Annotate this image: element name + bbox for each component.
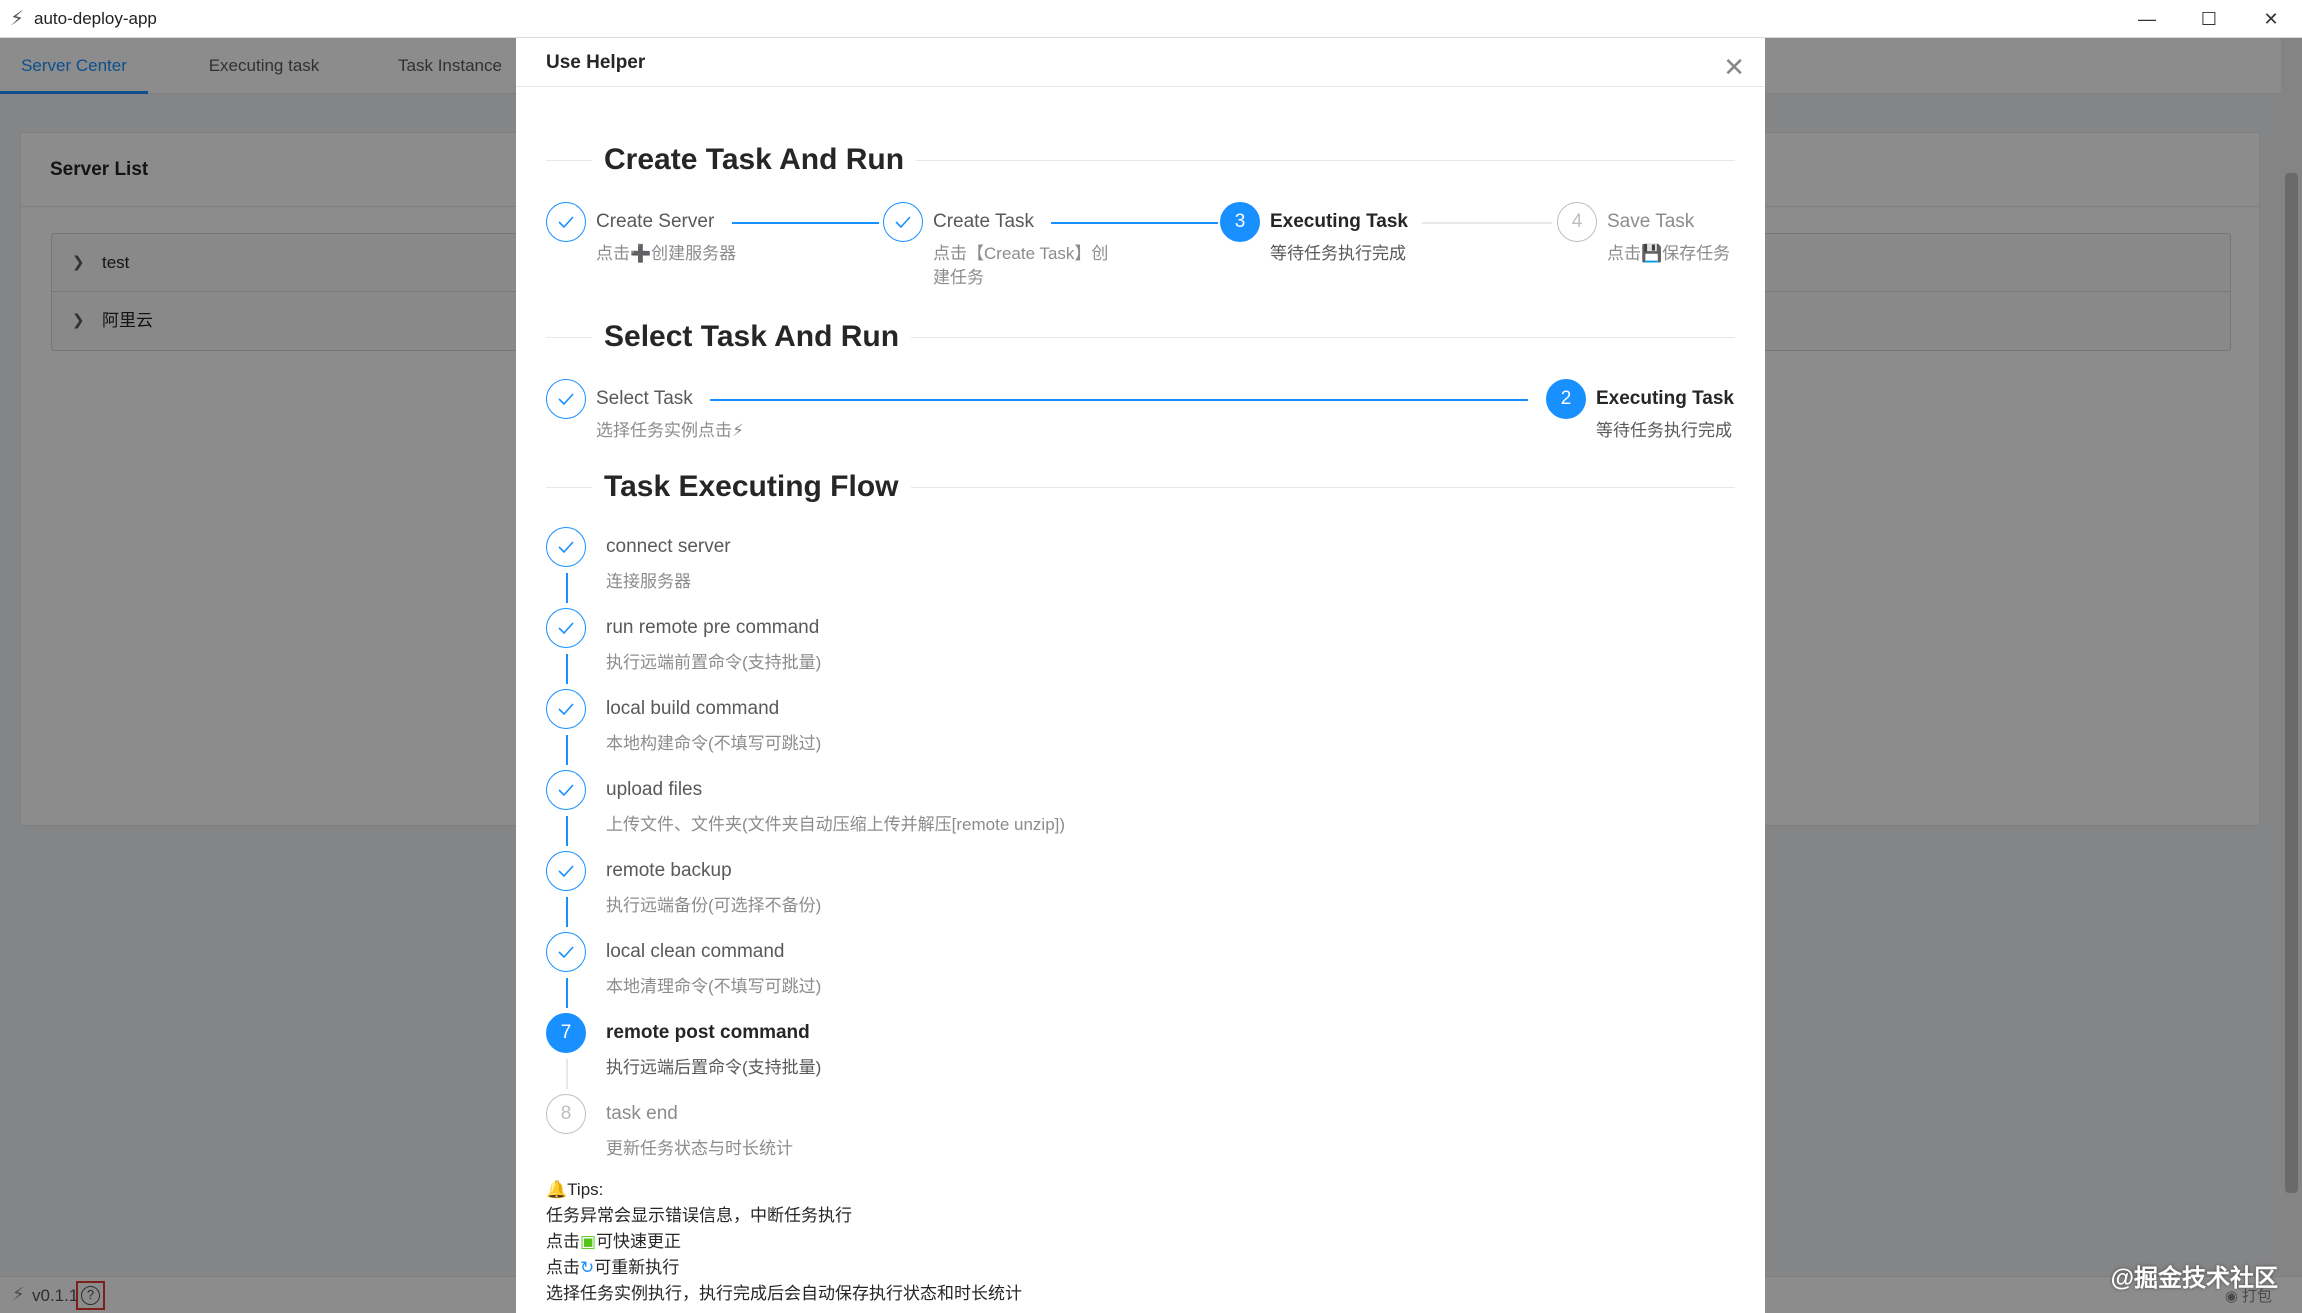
use-helper-modal: Use Helper ✕ Create Task And Run Create … — [516, 38, 1765, 1313]
section-select-task: Select Task And Run — [546, 317, 1735, 357]
step-number: 7 — [546, 1013, 586, 1053]
window-titlebar: ⚡ auto-deploy-app — ☐ ✕ — [0, 0, 2302, 38]
flow-step-local-build: local build command 本地构建命令(不填写可跳过) — [546, 689, 1446, 770]
flow-step-local-clean: local clean command 本地清理命令(不填写可跳过) — [546, 932, 1446, 1013]
step-desc: 执行远端备份(可选择不备份) — [606, 896, 822, 915]
step-executing-task: 2 Executing Task 等待任务执行完成 — [1546, 379, 1746, 459]
step-desc: 本地清理命令(不填写可跳过) — [606, 977, 822, 996]
watermark: @掘金技术社区 — [2110, 1265, 2278, 1292]
step-desc: 连接服务器 — [606, 572, 691, 591]
flow-step-connect-server: connect server 连接服务器 — [546, 527, 1446, 608]
step-create-task: Create Task 点击【Create Task】创建任务 — [883, 202, 1113, 287]
bell-icon: 🔔 — [546, 1180, 568, 1199]
step-save-task: 4 Save Task 点击💾保存任务 — [1557, 202, 1737, 282]
step-executing-task: 3 Executing Task 等待任务执行完成 — [1220, 202, 1420, 282]
section-executing-flow: Task Executing Flow — [546, 467, 1735, 507]
step-title: Executing Task — [1270, 211, 1408, 232]
window-title: auto-deploy-app — [34, 8, 157, 28]
section-heading: Select Task And Run — [592, 317, 912, 357]
lightning-icon: ⚡ — [10, 7, 25, 30]
window-controls: — ☐ ✕ — [2116, 0, 2302, 38]
section-create-task: Create Task And Run — [546, 140, 1735, 180]
step-title: local clean command — [606, 941, 785, 962]
step-title: Executing Task — [1596, 388, 1734, 409]
section-heading: Task Executing Flow — [592, 467, 911, 507]
step-title: Select Task — [596, 388, 693, 409]
step-desc: 点击💾保存任务 — [1607, 244, 1731, 263]
step-number: 4 — [1557, 202, 1597, 242]
step-desc: 执行远端前置命令(支持批量) — [606, 653, 822, 672]
step-number: 8 — [546, 1094, 586, 1134]
flow-step-remote-post: 7 remote post command 执行远端后置命令(支持批量) — [546, 1013, 1446, 1094]
tips-block: 🔔Tips: 任务异常会显示错误信息，中断任务执行 点击▣可快速更正 点击↻可重… — [546, 1177, 1022, 1307]
step-connector — [710, 399, 1528, 401]
close-window-button[interactable]: ✕ — [2240, 0, 2302, 38]
step-title: remote backup — [606, 860, 732, 881]
tips-line: 任务异常会显示错误信息，中断任务执行 — [546, 1206, 852, 1225]
step-desc: 等待任务执行完成 — [1270, 244, 1406, 263]
check-icon — [546, 202, 586, 242]
step-select-task: Select Task 选择任务实例点击⚡ — [546, 379, 746, 459]
step-title: connect server — [606, 536, 731, 557]
flow-step-remote-backup: remote backup 执行远端备份(可选择不备份) — [546, 851, 1446, 932]
step-title: Create Task — [933, 211, 1035, 232]
step-title: remote post command — [606, 1022, 810, 1043]
minimize-button[interactable]: — — [2116, 0, 2178, 38]
reload-icon: ↻ — [580, 1258, 595, 1277]
step-title: Create Server — [596, 211, 715, 232]
flow-step-upload-files: upload files 上传文件、文件夹(文件夹自动压缩上传并解压[remot… — [546, 770, 1446, 851]
step-title: task end — [606, 1103, 678, 1124]
check-icon — [546, 527, 586, 567]
step-title: Save Task — [1607, 211, 1695, 232]
section-heading: Create Task And Run — [592, 140, 917, 180]
check-icon — [546, 689, 586, 729]
check-icon — [546, 608, 586, 648]
modal-title: Use Helper — [546, 52, 646, 73]
step-create-server: Create Server 点击➕创建服务器 — [546, 202, 746, 282]
check-icon — [546, 851, 586, 891]
step-connector — [732, 222, 879, 224]
tips-title: Tips: — [567, 1180, 604, 1199]
tips-line: 选择任务实例执行，执行完成后会自动保存执行状态和时长统计 — [546, 1284, 1022, 1303]
step-number: 3 — [1220, 202, 1260, 242]
step-desc: 点击➕创建服务器 — [596, 244, 737, 263]
step-desc: 本地构建命令(不填写可跳过) — [606, 734, 822, 753]
flow-step-remote-pre: run remote pre command 执行远端前置命令(支持批量) — [546, 608, 1446, 689]
step-desc: 执行远端后置命令(支持批量) — [606, 1058, 822, 1077]
check-icon — [546, 770, 586, 810]
check-icon — [883, 202, 923, 242]
edit-icon: ▣ — [580, 1232, 597, 1251]
step-desc: 更新任务状态与时长统计 — [606, 1139, 793, 1158]
step-connector — [1422, 222, 1552, 224]
maximize-button[interactable]: ☐ — [2178, 0, 2240, 38]
check-icon — [546, 379, 586, 419]
check-icon — [546, 932, 586, 972]
step-title: run remote pre command — [606, 617, 820, 638]
flow-step-task-end: 8 task end 更新任务状态与时长统计 — [546, 1094, 1446, 1175]
step-desc: 上传文件、文件夹(文件夹自动压缩上传并解压[remote unzip]) — [606, 815, 1066, 834]
step-title: local build command — [606, 698, 780, 719]
step-connector — [1051, 222, 1218, 224]
step-desc: 选择任务实例点击⚡ — [596, 421, 744, 440]
step-desc: 等待任务执行完成 — [1596, 421, 1732, 440]
close-icon[interactable]: ✕ — [1723, 38, 1745, 96]
step-title: upload files — [606, 779, 703, 800]
modal-header: Use Helper ✕ — [516, 38, 1765, 87]
step-number: 2 — [1546, 379, 1586, 419]
step-desc: 点击【Create Task】创建任务 — [933, 244, 1109, 287]
